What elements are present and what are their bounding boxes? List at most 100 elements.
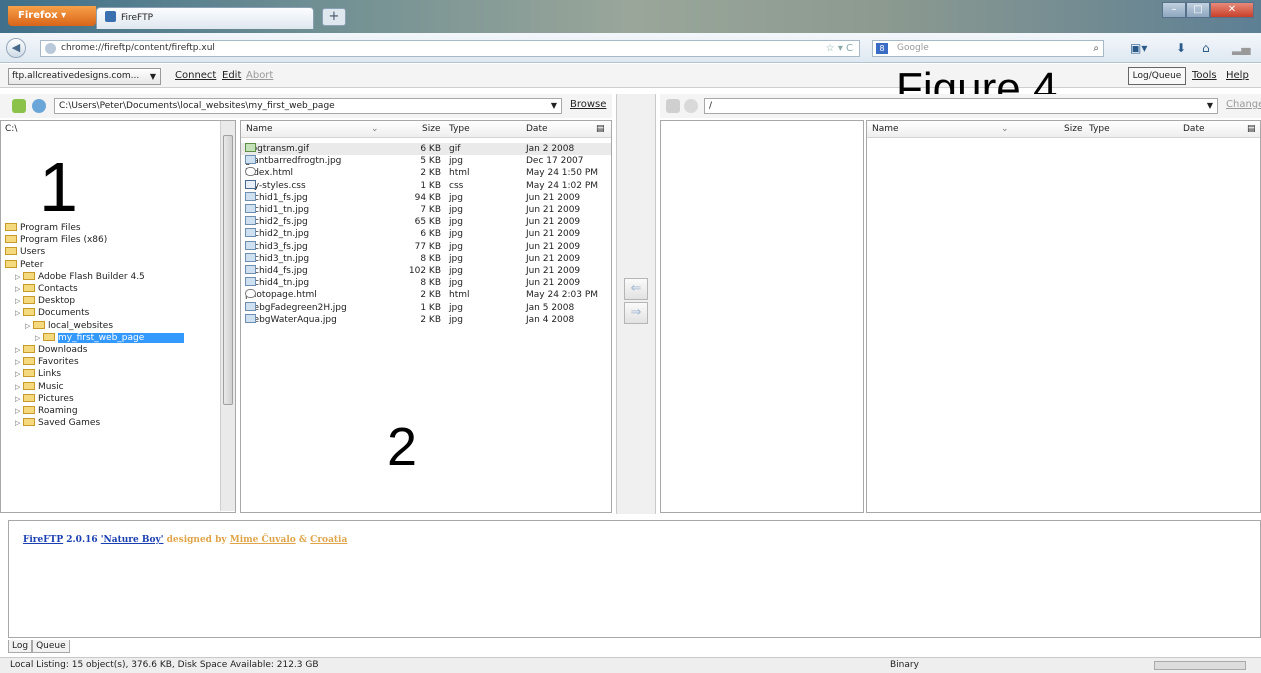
tree-item[interactable]: ▷ Contacts: [15, 283, 78, 295]
minimize-button[interactable]: –: [1162, 2, 1186, 18]
local-folder-icon[interactable]: [12, 99, 26, 113]
tree-item[interactable]: ▷ Documents: [15, 307, 89, 319]
file-row[interactable]: my-styles.css 1 KB css May 24 1:02 PM: [241, 179, 611, 192]
tree-item[interactable]: ▷ Music: [15, 381, 64, 393]
remote-col-size[interactable]: Size: [1064, 124, 1082, 134]
expand-icon[interactable]: ▷: [15, 405, 23, 417]
file-row[interactable]: giantbarredfrogtn.jpg 5 KB jpg Dec 17 2007: [241, 155, 611, 167]
file-row[interactable]: orchid2_fs.jpg 65 KB jpg Jun 21 2009: [241, 216, 611, 228]
col-date[interactable]: Date: [526, 124, 548, 134]
progress-bar: [1154, 661, 1246, 670]
file-row[interactable]: orchid3_fs.jpg 77 KB jpg Jun 21 2009: [241, 240, 611, 253]
remote-refresh-icon[interactable]: [684, 99, 698, 113]
close-button[interactable]: ✕: [1210, 2, 1254, 18]
tree-item[interactable]: Users: [5, 246, 45, 258]
home-icon[interactable]: ⌂: [1202, 42, 1210, 54]
expand-icon[interactable]: ▷: [15, 307, 23, 319]
remote-col-date[interactable]: Date: [1183, 124, 1205, 134]
file-row[interactable]: orchid1_fs.jpg 94 KB jpg Jun 21 2009: [241, 191, 611, 204]
expand-icon[interactable]: ▷: [15, 356, 23, 368]
tree-item[interactable]: ▷ Saved Games: [15, 417, 100, 429]
upload-arrow-icon[interactable]: ⇐: [624, 278, 648, 300]
tree-scroll-thumb[interactable]: [223, 135, 233, 405]
download-arrow-icon[interactable]: ⇒: [624, 302, 648, 324]
account-select[interactable]: ftp.allcreativedesigns.com... ▼: [8, 68, 161, 85]
expand-icon[interactable]: ▷: [25, 320, 33, 332]
file-row[interactable]: orchid2_tn.jpg 6 KB jpg Jun 21 2009: [241, 228, 611, 240]
firefox-menu-button[interactable]: Firefox ▾: [8, 6, 96, 26]
bar-chart-icon[interactable]: ▂▄: [1232, 42, 1250, 54]
tree-item[interactable]: ▷ Adobe Flash Builder 4.5: [15, 271, 145, 283]
expand-icon[interactable]: ▷: [15, 283, 23, 295]
remote-col-type[interactable]: Type: [1089, 124, 1110, 134]
file-row[interactable]: tilebgFadegreen2H.jpg 1 KB jpg Jan 5 2008: [241, 301, 611, 314]
search-input[interactable]: 8 Google ⌕: [872, 40, 1104, 57]
author-link[interactable]: Mime Čuvalo: [230, 535, 296, 545]
bookmarks-menu-icon[interactable]: ▣▾: [1130, 42, 1147, 54]
tree-item[interactable]: ▷ local_websites: [25, 320, 113, 332]
change-button[interactable]: Change: [1226, 99, 1261, 110]
remote-file-list: Name ⌄ Size Type Date ▤: [866, 120, 1261, 513]
local-path-input[interactable]: C:\Users\Peter\Documents\local_websites\…: [54, 98, 562, 114]
tree-item[interactable]: ▷ Pictures: [15, 393, 74, 405]
tab-fireftp[interactable]: FireFTP: [96, 7, 314, 29]
new-tab-button[interactable]: +: [322, 8, 346, 26]
tree-item[interactable]: ▷ Desktop: [15, 295, 75, 307]
file-row[interactable]: orchid3_tn.jpg 8 KB jpg Jun 21 2009: [241, 252, 611, 265]
expand-icon[interactable]: ▷: [15, 393, 23, 405]
tab-log[interactable]: Log: [8, 640, 33, 653]
remote-path-input[interactable]: / ▼: [704, 98, 1218, 114]
search-icon[interactable]: ⌕: [1093, 41, 1099, 56]
tree-item[interactable]: ▷ Favorites: [15, 356, 79, 368]
tab-queue[interactable]: Queue: [32, 640, 70, 653]
tree-item[interactable]: ▷ my_first_web_page: [35, 332, 185, 344]
col-type[interactable]: Type: [449, 124, 470, 134]
file-row[interactable]: orchid4_tn.jpg 8 KB jpg Jun 21 2009: [241, 277, 611, 289]
refresh-icon[interactable]: [32, 99, 46, 113]
back-button[interactable]: ◀: [6, 38, 26, 58]
file-row[interactable]: orchid4_fs.jpg 102 KB jpg Jun 21 2009: [241, 265, 611, 277]
file-row[interactable]: photopage.html 2 KB html May 24 2:03 PM: [241, 289, 611, 301]
partner-link[interactable]: Croatia: [310, 535, 347, 545]
file-row[interactable]: orchid1_tn.jpg 7 KB jpg Jun 21 2009: [241, 204, 611, 216]
tree-item[interactable]: Program Files: [5, 222, 81, 234]
expand-icon[interactable]: ▷: [15, 271, 23, 283]
expand-icon[interactable]: ▷: [15, 381, 23, 393]
expand-icon[interactable]: ▷: [15, 295, 23, 307]
downloads-icon[interactable]: ⬇: [1176, 42, 1186, 54]
url-bar[interactable]: chrome://fireftp/content/fireftp.xul ☆ ▾…: [40, 40, 860, 57]
codename-link[interactable]: 'Nature Boy': [101, 535, 164, 545]
transfer-mode[interactable]: Binary: [890, 658, 919, 673]
expand-icon[interactable]: ▷: [15, 368, 23, 380]
edit-button[interactable]: Edit: [222, 70, 241, 81]
tree-root[interactable]: C:\: [5, 123, 17, 135]
bookmark-star-icon[interactable]: ☆ ▾ C: [826, 41, 853, 56]
tree-scrollbar[interactable]: [220, 121, 235, 511]
file-row[interactable]: frogtransm.gif 6 KB gif Jan 2 2008: [241, 143, 611, 156]
connect-button[interactable]: Connect: [175, 70, 216, 81]
expand-icon[interactable]: ▷: [15, 417, 23, 429]
fireftp-link[interactable]: FireFTP: [23, 535, 63, 545]
expand-icon[interactable]: ▷: [15, 344, 23, 356]
tree-item[interactable]: Peter: [5, 259, 43, 271]
tree-item[interactable]: Program Files (x86): [5, 234, 107, 246]
abort-button[interactable]: Abort: [246, 70, 273, 81]
col-name[interactable]: Name: [246, 124, 273, 134]
remote-col-name[interactable]: Name: [872, 124, 899, 134]
col-size[interactable]: Size: [422, 124, 440, 134]
log-queue-button[interactable]: Log/Queue: [1128, 67, 1186, 85]
column-picker-icon[interactable]: ▤: [596, 124, 605, 134]
browse-button[interactable]: Browse: [570, 99, 606, 110]
help-menu[interactable]: Help: [1226, 70, 1249, 81]
tree-item[interactable]: ▷ Links: [15, 368, 61, 380]
tools-menu[interactable]: Tools: [1192, 70, 1217, 81]
remote-home-icon[interactable]: [666, 99, 680, 113]
tree-item[interactable]: ▷ Downloads: [15, 344, 87, 356]
tree-item[interactable]: ▷ Roaming: [15, 405, 78, 417]
column-picker-icon[interactable]: ▤: [1247, 124, 1256, 134]
file-row[interactable]: tilebgWaterAqua.jpg 2 KB jpg Jan 4 2008: [241, 313, 611, 326]
file-row[interactable]: index.html 2 KB html May 24 1:50 PM: [241, 167, 611, 179]
expand-icon[interactable]: ▷: [35, 332, 43, 344]
maximize-button[interactable]: □: [1186, 2, 1210, 18]
search-engine-icon[interactable]: 8: [876, 43, 888, 54]
